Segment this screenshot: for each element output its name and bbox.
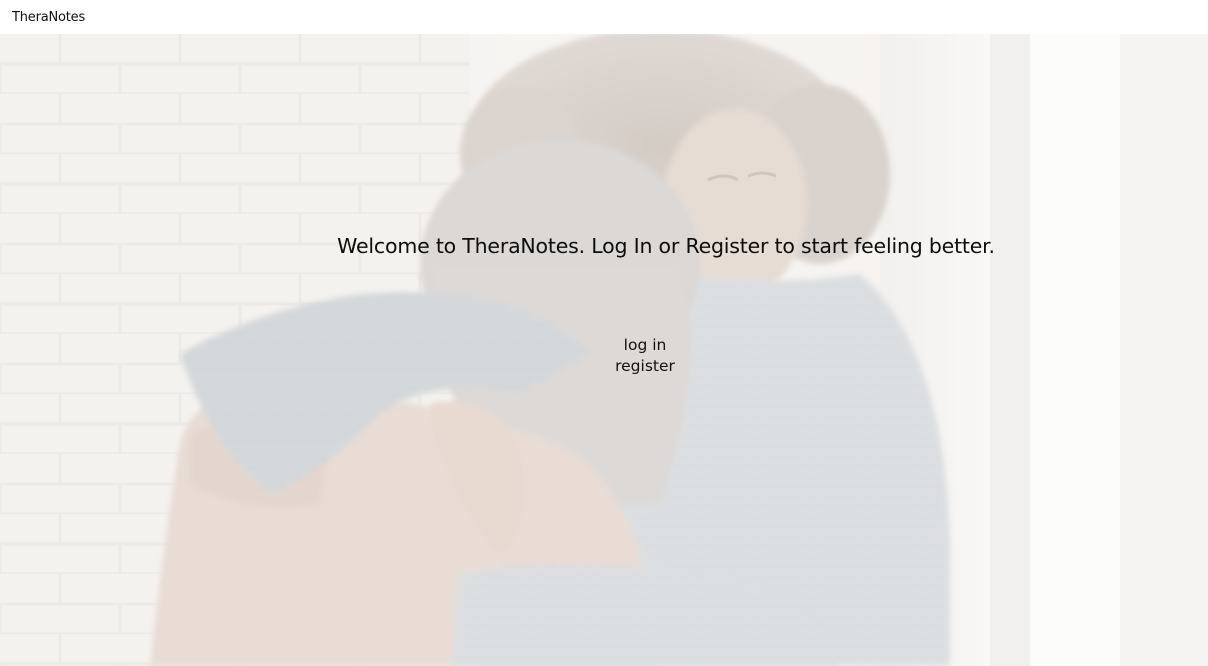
hero-section: Welcome to TheraNotes. Log In or Registe… — [0, 34, 1208, 666]
register-link[interactable]: register — [0, 356, 1208, 377]
auth-links: log in register — [0, 335, 1208, 377]
login-link[interactable]: log in — [0, 335, 1208, 356]
welcome-heading: Welcome to TheraNotes. Log In or Registe… — [337, 234, 995, 258]
top-navbar: TheraNotes — [0, 0, 1208, 34]
brand-link[interactable]: TheraNotes — [12, 10, 85, 25]
